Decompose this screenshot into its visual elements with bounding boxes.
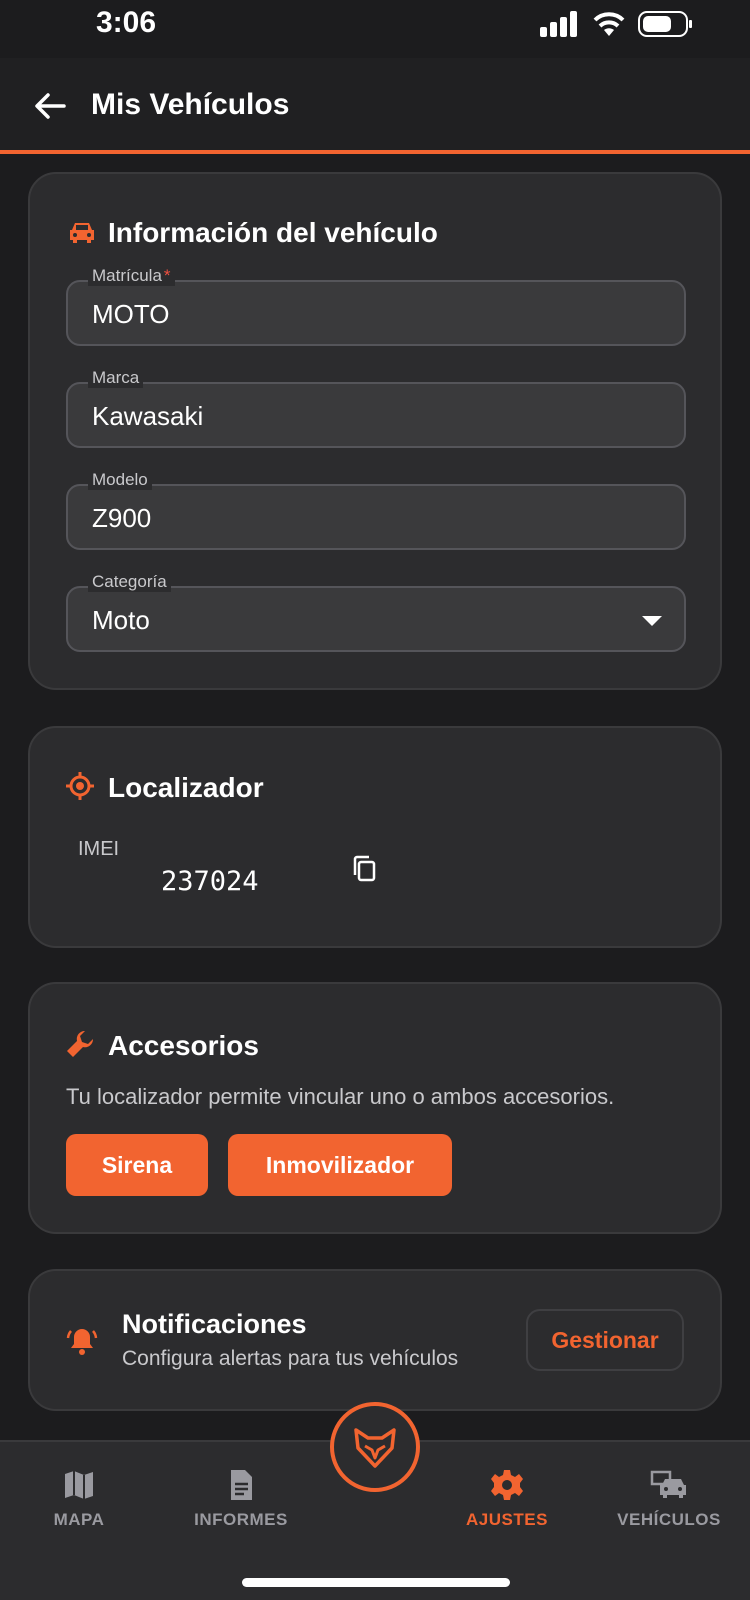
- vehicle-info-card: Información del vehículo Matrícula * MOTO…: [28, 172, 722, 690]
- vehicle-info-title: Información del vehículo: [108, 217, 438, 248]
- nav-label-vehicles: VEHÍCULOS: [617, 1510, 721, 1529]
- wifi-icon: [593, 12, 625, 36]
- immobilizer-button[interactable]: Inmovilizador: [228, 1134, 452, 1196]
- category-value: Moto: [92, 605, 150, 635]
- battery-icon: [638, 11, 692, 37]
- nav-item-reports[interactable]: INFORMES: [166, 1468, 316, 1548]
- back-arrow-icon[interactable]: [30, 86, 70, 126]
- category-field-label: Categoría: [88, 572, 171, 592]
- nav-item-vehicles[interactable]: VEHÍCULOS: [594, 1468, 744, 1548]
- center-logo-button[interactable]: [330, 1402, 420, 1492]
- copy-icon[interactable]: [350, 854, 380, 884]
- model-field-label: Modelo: [88, 470, 152, 490]
- nav-label-map: MAPA: [53, 1510, 105, 1529]
- chevron-down-icon[interactable]: [642, 616, 662, 626]
- brand-value: Kawasaki: [92, 401, 204, 431]
- model-value: Z900: [92, 503, 152, 533]
- bell-ringing-icon: [66, 1329, 98, 1355]
- plate-value: MOTO: [92, 299, 170, 329]
- nav-item-settings[interactable]: AJUSTES: [432, 1468, 582, 1548]
- brand-field-label: Marca: [88, 368, 144, 388]
- gear-icon: [491, 1470, 523, 1500]
- plate-field[interactable]: Matrícula * MOTO: [66, 266, 686, 346]
- status-bar: 3:06: [0, 0, 750, 58]
- page-title: Mis Vehículos: [91, 88, 290, 121]
- model-field[interactable]: Modelo Z900: [66, 470, 686, 550]
- signal-icon: [540, 11, 577, 37]
- notifications-card: Notificaciones Configura alertas para tu…: [28, 1269, 722, 1411]
- category-select[interactable]: Categoría Moto: [66, 572, 686, 652]
- manage-notifications-button[interactable]: Gestionar: [526, 1309, 684, 1371]
- locator-title: Localizador: [108, 772, 264, 803]
- gps-target-icon: [66, 772, 94, 800]
- accessories-title: Accesorios: [108, 1030, 259, 1061]
- app-bar: Mis Vehículos: [0, 58, 750, 154]
- status-icons: [540, 8, 694, 40]
- plate-field-label: Matrícula *: [88, 266, 175, 286]
- map-icon: [65, 1471, 93, 1499]
- nav-item-map[interactable]: MAPA: [4, 1468, 154, 1548]
- required-mark: *: [163, 266, 171, 285]
- document-icon: [231, 1470, 252, 1500]
- locator-card: Localizador IMEI 237024: [28, 726, 722, 948]
- wrench-icon: [67, 1030, 94, 1057]
- imei-label: IMEI: [78, 838, 120, 860]
- notifications-subtitle: Configura alertas para tus vehículos: [122, 1347, 459, 1370]
- siren-button[interactable]: Sirena: [66, 1134, 208, 1196]
- brand-field[interactable]: Marca Kawasaki: [66, 368, 686, 448]
- status-time: 3:06: [96, 6, 157, 39]
- vehicles-icon: [650, 1470, 686, 1498]
- nav-label-settings: AJUSTES: [466, 1510, 548, 1529]
- imei-value: 237024: [161, 866, 259, 897]
- accessories-card: Accesorios Tu localizador permite vincul…: [28, 982, 722, 1234]
- nav-label-reports: INFORMES: [194, 1510, 288, 1529]
- fox-logo-icon: [354, 1428, 396, 1468]
- home-indicator: [242, 1578, 510, 1587]
- car-icon: [70, 223, 94, 243]
- accessories-description: Tu localizador permite vincular uno o am…: [66, 1084, 615, 1109]
- notifications-title: Notificaciones: [122, 1309, 307, 1339]
